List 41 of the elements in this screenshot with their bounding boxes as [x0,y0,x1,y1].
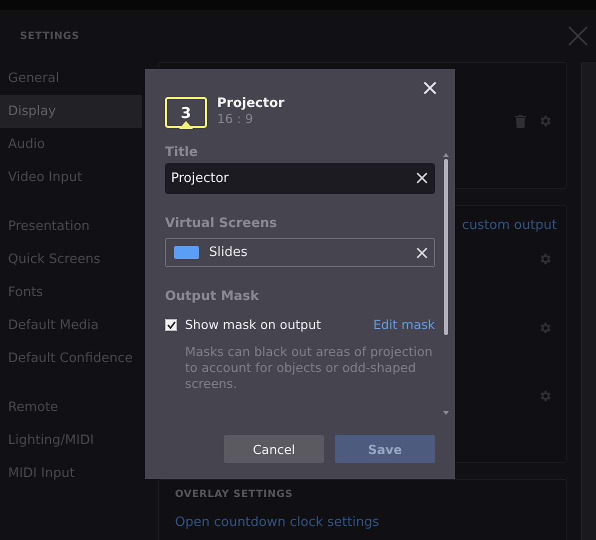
sidebar-item[interactable]: Fonts [0,276,142,309]
close-icon [423,81,437,95]
dialog-title: Projector [217,96,284,111]
add-output-link[interactable]: custom output [462,218,557,233]
sidebar-item[interactable]: Display [0,95,142,128]
screen-name: Slides [209,245,248,260]
sidebar-item[interactable]: Remote [0,391,142,424]
clear-button[interactable] [416,172,428,184]
screen-swatch [174,246,199,259]
sidebar-item[interactable]: Lighting/MIDI [0,424,142,457]
aspect-ratio: 16 : 9 [217,111,254,126]
close-icon [416,172,428,184]
cancel-button[interactable]: Cancel [224,435,324,463]
section-heading: OVERLAY SETTINGS [175,489,293,500]
description: Masks can black out areas of projection to account for objects or odd-shaped screens. [185,344,434,392]
countdown-link[interactable]: Open countdown clock settings [175,515,380,530]
remove-button[interactable] [416,246,428,258]
scroll-up-icon[interactable] [443,153,449,157]
scrollbar[interactable] [443,153,449,415]
sidebar-item[interactable]: Default Confidence [0,342,142,375]
field-label: Virtual Screens [165,214,278,232]
close-button[interactable] [423,81,439,97]
scroll-down-icon[interactable] [443,411,449,415]
settings-title: SETTINGS [20,30,80,42]
title-field[interactable]: Projector [165,163,435,194]
sidebar-item[interactable]: Presentation [0,210,142,243]
triangle-icon [179,121,193,129]
sidebar-item[interactable]: Audio [0,128,142,161]
sidebar-item[interactable]: General [0,62,142,95]
edit-mask-link[interactable]: Edit mask [373,317,435,332]
sidebar-item[interactable]: Default Media [0,309,142,342]
close-icon [416,246,428,258]
checkbox-label: Show mask on output [185,317,322,332]
sidebar-item[interactable]: MIDI Input [0,457,142,490]
sidebar-item[interactable]: Quick Screens [0,243,142,276]
screens-field[interactable]: Slides [165,238,435,267]
close-icon[interactable] [568,26,588,46]
field-label: Title [165,144,199,162]
checkbox[interactable] [165,318,177,330]
section-heading: Output Mask [165,288,260,306]
sidebar-item[interactable]: Video Input [0,161,142,194]
